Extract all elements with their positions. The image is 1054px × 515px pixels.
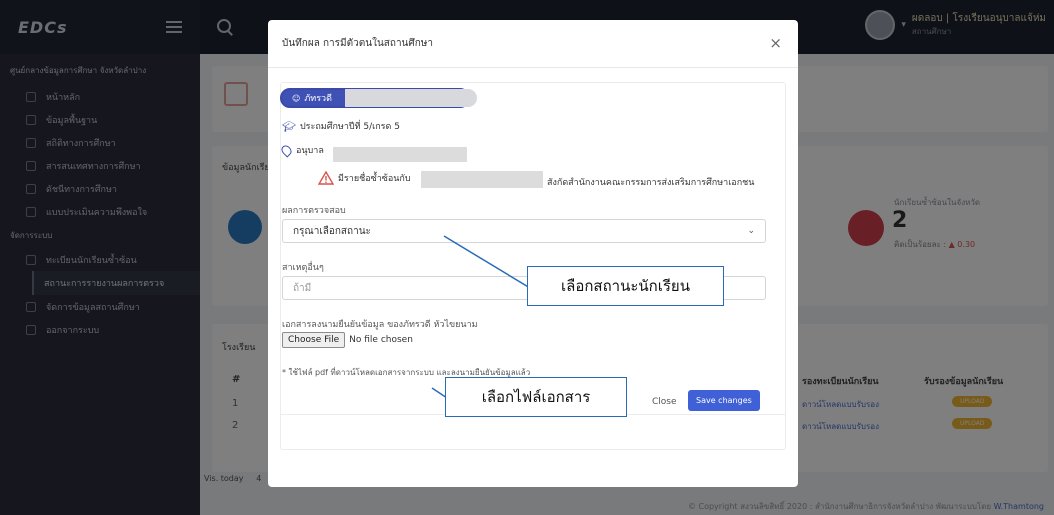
file-label: เอกสารลงนามยืนยันข้อมูล ของภัทรวดี หัวไข… xyxy=(282,320,478,330)
modal-header: บันทึกผล การมีตัวตนในสถานศึกษา × xyxy=(268,20,798,68)
redacted-duplicate-school xyxy=(421,171,543,188)
modal-title: บันทึกผล การมีตัวตนในสถานศึกษา xyxy=(282,38,434,49)
close-icon[interactable]: × xyxy=(769,36,782,51)
reason-label: สาเหตุอื่นๆ xyxy=(282,263,324,273)
select-value: กรุณาเลือกสถานะ xyxy=(293,225,371,237)
grade-text: ประถมศึกษาปีที่ 5/เกรด 5 xyxy=(299,122,400,132)
callout-select-status: เลือกสถานะนักเรียน xyxy=(527,266,724,306)
redacted-name xyxy=(345,89,477,107)
chevron-down-icon: ⌄ xyxy=(747,226,755,236)
duplicate-warning: มีรายชื่อซ้ำซ้อนกับ xyxy=(318,171,411,185)
input-placeholder: ถ้ามี xyxy=(293,282,312,294)
result-status-select[interactable]: กรุณาเลือกสถานะ ⌄ xyxy=(282,219,766,243)
save-changes-button[interactable]: Save changes xyxy=(688,390,760,411)
choose-file-button[interactable]: Choose File xyxy=(282,332,346,348)
student-grade: 🎓︎ ประถมศึกษาปีที่ 5/เกรด 5 xyxy=(282,119,400,133)
file-input[interactable]: Choose File No file chosen xyxy=(282,332,413,348)
redacted-school xyxy=(333,147,467,162)
user-icon: ☺ xyxy=(292,93,301,103)
graduation-cap-icon: 🎓︎ xyxy=(282,119,296,133)
callout-select-file: เลือกไฟล์เอกสาร xyxy=(445,377,627,417)
school-text: อนุบาล xyxy=(296,146,324,156)
warning-icon xyxy=(318,171,334,185)
student-name: ภัทรวดี xyxy=(304,94,332,104)
file-status: No file chosen xyxy=(349,335,413,345)
warning-text: มีรายชื่อซ้ำซ้อนกับ xyxy=(338,174,411,184)
warning-affiliation: สังกัดสำนักงานคณะกรรมการส่งเสริมการศึกษา… xyxy=(547,178,755,188)
close-button[interactable]: Close xyxy=(646,394,683,410)
student-school: อนุบาล xyxy=(279,142,324,158)
map-pin-icon xyxy=(279,142,294,158)
result-label: ผลการตรวจสอบ xyxy=(282,206,346,216)
